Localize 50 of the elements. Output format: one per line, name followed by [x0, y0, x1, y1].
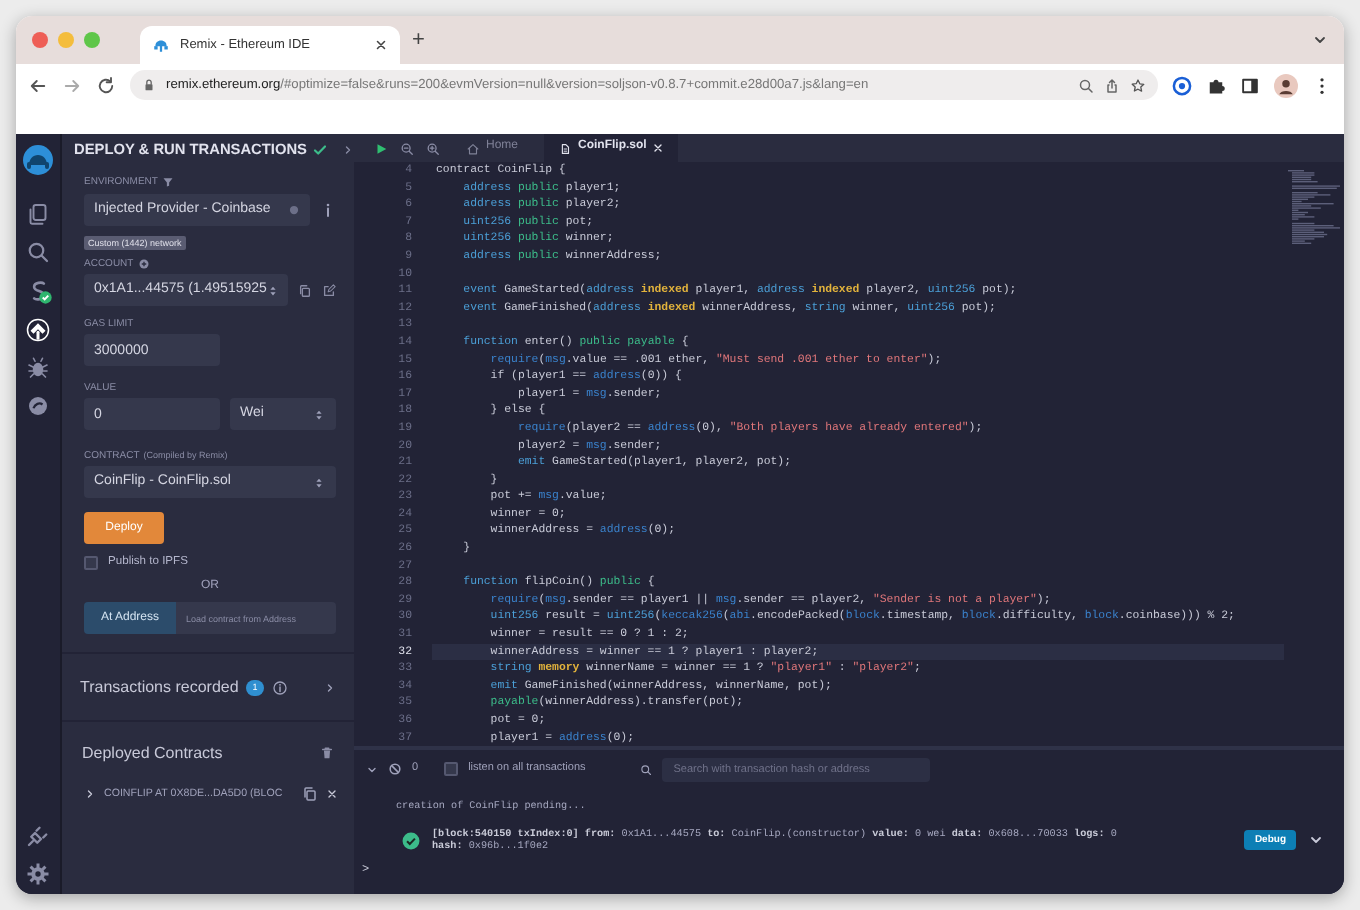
- status-icon: [288, 203, 300, 216]
- zoom-icon[interactable]: [1078, 77, 1094, 93]
- side-panel-icon[interactable]: [1240, 75, 1260, 95]
- section-title[interactable]: Transactions recorded: [80, 678, 239, 698]
- home-icon: [466, 141, 480, 155]
- remix-logo[interactable]: [22, 144, 54, 176]
- learn-icon[interactable]: [26, 394, 50, 418]
- lock-icon: [142, 78, 156, 92]
- copy-icon[interactable]: [302, 786, 318, 803]
- file-icon: [558, 141, 573, 155]
- success-icon: [402, 831, 420, 850]
- run-icon[interactable]: [374, 141, 388, 155]
- minimap-drawing[interactable]: [1288, 170, 1340, 246]
- publish-checkbox[interactable]: [84, 556, 98, 571]
- share-icon[interactable]: [1104, 77, 1120, 93]
- back-icon[interactable]: [28, 75, 48, 95]
- bug-icon[interactable]: [26, 356, 50, 380]
- close-icon[interactable]: [374, 38, 388, 52]
- expand-icon[interactable]: [1308, 832, 1324, 849]
- tab-list-icon[interactable]: [1312, 32, 1328, 48]
- chevron-icon[interactable]: [84, 788, 96, 801]
- chevron-icon[interactable]: [324, 681, 336, 694]
- info-icon[interactable]: [271, 679, 288, 696]
- trash-icon[interactable]: [320, 745, 334, 760]
- reload-icon[interactable]: [96, 75, 116, 95]
- search-icon[interactable]: [639, 763, 652, 775]
- caret-icon: [312, 475, 326, 490]
- caret-icon: [266, 283, 281, 298]
- clear-icon[interactable]: [388, 762, 402, 776]
- files-icon[interactable]: [26, 202, 50, 226]
- remix-icon: [152, 36, 170, 54]
- new-tab-button[interactable]: +: [412, 29, 425, 51]
- zoom-out-icon[interactable]: [400, 141, 414, 155]
- edit-icon[interactable]: [322, 283, 336, 298]
- caret-icon: [312, 407, 326, 422]
- add-account-icon[interactable]: [137, 257, 150, 270]
- profile-avatar[interactable]: [1274, 73, 1298, 97]
- extension-icon[interactable]: [1172, 75, 1192, 95]
- deploy-icon[interactable]: [26, 318, 50, 342]
- collapse-icon[interactable]: [366, 763, 378, 775]
- extensions-icon[interactable]: [1206, 75, 1226, 95]
- copy-icon[interactable]: [298, 283, 312, 298]
- zoom-in-icon[interactable]: [426, 141, 440, 155]
- bookmark-star-icon[interactable]: [1130, 77, 1146, 93]
- search-icon[interactable]: [26, 240, 50, 264]
- check-icon: [312, 142, 329, 159]
- section-title: Deployed Contracts: [82, 743, 223, 763]
- settings-icon[interactable]: [26, 862, 50, 886]
- chevron-icon[interactable]: [342, 144, 355, 157]
- listen-checkbox[interactable]: [444, 762, 459, 776]
